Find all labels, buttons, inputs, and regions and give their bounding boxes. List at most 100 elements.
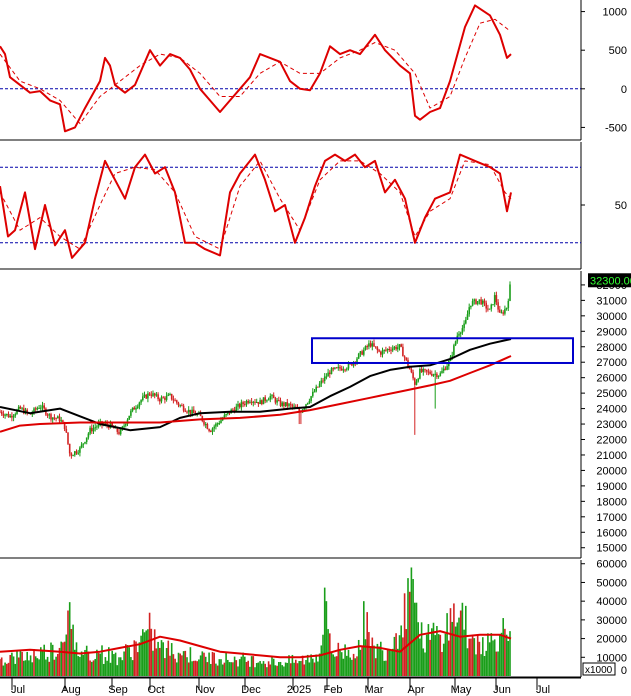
volume-bar bbox=[131, 660, 134, 676]
price-candle bbox=[269, 396, 272, 400]
price-candle bbox=[254, 401, 256, 403]
volume-bar bbox=[232, 662, 234, 676]
volume-bar bbox=[167, 640, 170, 676]
volume-bar bbox=[50, 642, 52, 676]
volume-bar bbox=[271, 656, 273, 676]
volume-bar bbox=[198, 659, 200, 676]
volume-bar bbox=[505, 634, 508, 676]
price-candle bbox=[368, 343, 370, 347]
volume-bar bbox=[391, 648, 394, 676]
x-axis-month-label: Sep bbox=[108, 684, 128, 696]
volume-bar bbox=[402, 637, 404, 676]
volume-bar bbox=[72, 624, 74, 676]
volume-bar bbox=[310, 654, 312, 676]
volume-bar bbox=[157, 641, 159, 676]
price-candle bbox=[130, 410, 132, 416]
price-candle bbox=[138, 402, 141, 407]
price-candle bbox=[492, 304, 494, 306]
volume-bar bbox=[130, 657, 132, 676]
volume-bar bbox=[29, 655, 32, 676]
price-candle bbox=[189, 409, 192, 414]
volume-bar bbox=[46, 656, 49, 676]
price-candle bbox=[51, 417, 54, 420]
x-axis-month-label: Feb bbox=[324, 684, 343, 696]
volume-bar bbox=[363, 601, 365, 676]
volume-bar bbox=[60, 641, 62, 676]
volume-bar bbox=[247, 660, 249, 676]
volume-bar bbox=[459, 610, 462, 676]
volume-bar bbox=[446, 613, 448, 676]
price-candle bbox=[323, 376, 326, 381]
volume-bar bbox=[101, 645, 103, 676]
price-candle bbox=[468, 307, 470, 315]
price-candle bbox=[442, 368, 445, 371]
price-candle bbox=[240, 402, 243, 408]
price-candle bbox=[444, 368, 447, 370]
price-candle bbox=[317, 386, 319, 388]
volume-bar bbox=[349, 657, 351, 676]
volume-bar bbox=[325, 601, 328, 676]
price-candle bbox=[378, 350, 380, 352]
price-candle bbox=[499, 309, 501, 313]
price-candle bbox=[284, 402, 287, 407]
volume-bar bbox=[281, 665, 283, 676]
volume-bar bbox=[315, 654, 317, 676]
price-candle bbox=[288, 403, 290, 407]
volume-bar bbox=[453, 603, 455, 676]
volume-bar bbox=[439, 634, 442, 676]
volume-bar bbox=[48, 661, 51, 676]
volume-bar bbox=[296, 663, 299, 676]
volume-bar bbox=[194, 660, 197, 676]
price-candle bbox=[72, 455, 74, 457]
volume-bar bbox=[380, 641, 382, 676]
volume-bar bbox=[339, 649, 341, 676]
volume-bar bbox=[354, 658, 357, 676]
price-candle bbox=[497, 302, 499, 310]
price-candle bbox=[174, 400, 176, 402]
volume-bar bbox=[408, 591, 411, 676]
volume-bar bbox=[114, 652, 117, 676]
x-axis-month-label: Mar bbox=[365, 684, 384, 696]
volume-bar bbox=[261, 663, 263, 676]
price-candle bbox=[169, 393, 171, 395]
volume-bar bbox=[170, 643, 173, 676]
volume-bar bbox=[108, 647, 110, 676]
price-candle bbox=[255, 401, 258, 403]
price-candle bbox=[257, 401, 260, 405]
volume-bar bbox=[434, 635, 436, 676]
volume-bar bbox=[468, 638, 470, 676]
price-candle bbox=[119, 429, 122, 435]
price-candle bbox=[21, 408, 23, 410]
volume-bar bbox=[6, 663, 8, 676]
price-candle bbox=[412, 372, 414, 379]
volume-bar bbox=[31, 662, 34, 676]
price-candle bbox=[218, 423, 221, 425]
price-tick-label: 17000 bbox=[596, 512, 627, 524]
price-candle bbox=[318, 383, 321, 387]
volume-bar bbox=[179, 653, 181, 676]
price-candle bbox=[383, 349, 385, 351]
price-candle bbox=[165, 395, 168, 400]
price-candle bbox=[125, 424, 127, 426]
price-candle bbox=[490, 304, 493, 309]
volume-bar bbox=[19, 650, 22, 676]
price-candle bbox=[425, 369, 428, 372]
price-candle bbox=[507, 300, 510, 308]
price-candle bbox=[419, 369, 421, 379]
price-tick-label: 23000 bbox=[596, 419, 627, 431]
volume-bar bbox=[41, 651, 44, 676]
price-candle bbox=[153, 393, 156, 396]
price-candle bbox=[11, 415, 13, 418]
x-axis-month-label: Apr bbox=[407, 684, 424, 696]
price-candle bbox=[62, 420, 64, 422]
volume-bar bbox=[305, 660, 307, 676]
volume-bar bbox=[237, 666, 239, 676]
volume-bar bbox=[11, 652, 13, 676]
price-candle bbox=[216, 423, 219, 425]
price-candle bbox=[74, 451, 76, 456]
price-tick-label: 25000 bbox=[596, 388, 627, 400]
price-candle bbox=[145, 394, 147, 399]
volume-bar bbox=[436, 626, 438, 676]
price-candle bbox=[147, 393, 149, 399]
volume-bar bbox=[427, 624, 430, 676]
